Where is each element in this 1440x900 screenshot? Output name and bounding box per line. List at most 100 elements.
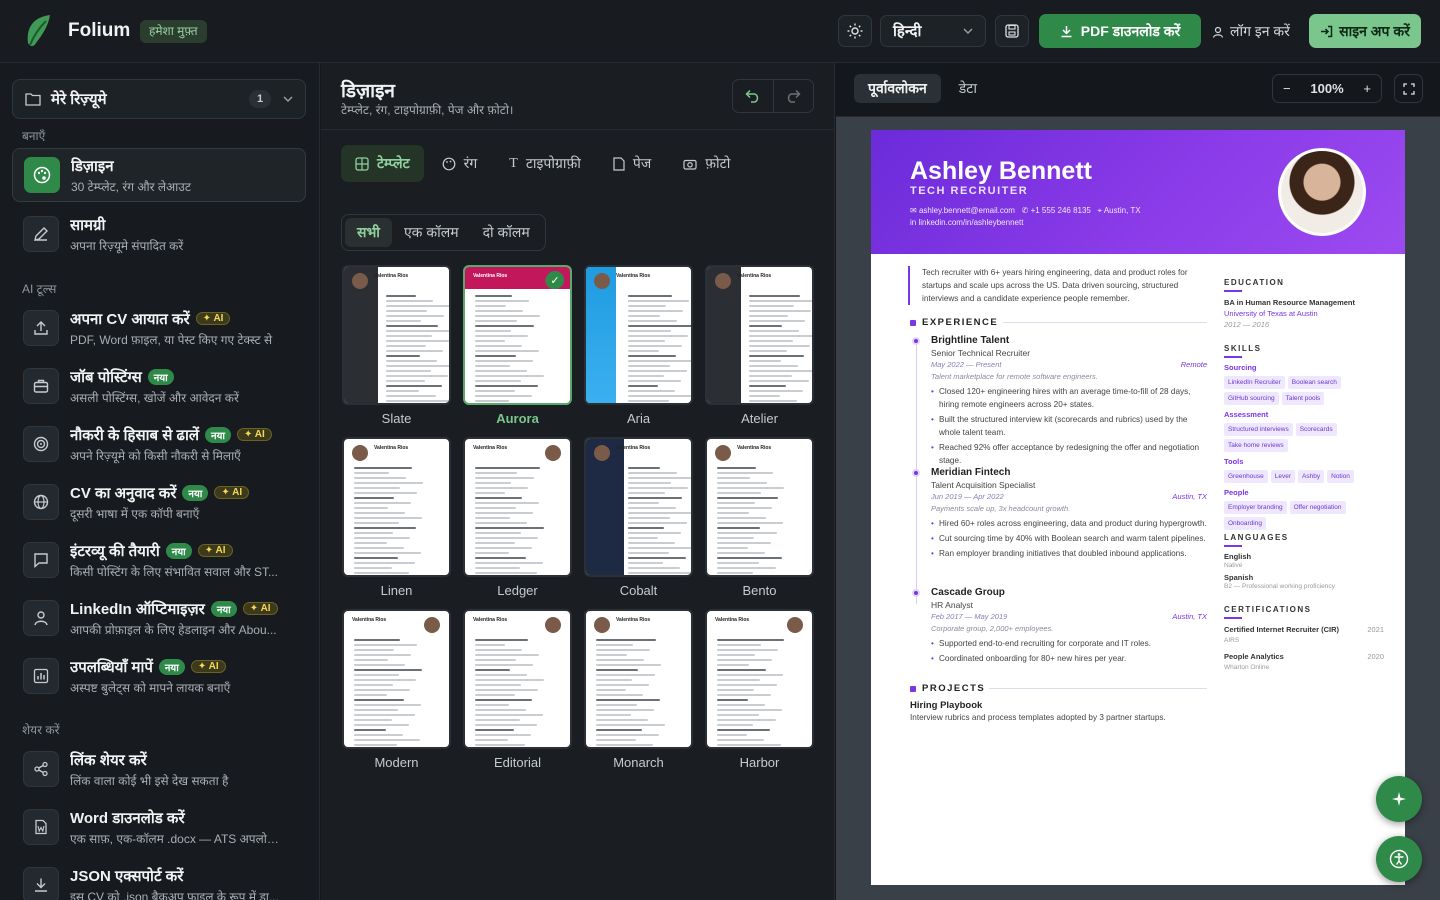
sidebar-item-translate-cv[interactable]: CV का अनुवाद करें नया ✦ AI दूसरी भाषा में ए… [12, 475, 306, 529]
sidebar-item-title: लिंक शेयर करें [70, 751, 147, 769]
template-thumbnail: Valentina Rios [463, 437, 572, 577]
language-value: हिन्दी [893, 23, 922, 40]
language-name: English [1224, 552, 1252, 561]
template-card-aria[interactable]: Valentina Rios Aria [584, 265, 693, 426]
signup-button[interactable]: साइन अप करें [1309, 14, 1421, 48]
sidebar-item-title: नौकरी के हिसाब से ढालें [70, 426, 200, 444]
sidebar-item-title: JSON एक्सपोर्ट करें [70, 867, 184, 885]
sidebar-item-title: अपना CV आयात करें [70, 310, 190, 328]
ai-badge-label: AI [208, 661, 219, 672]
job-bullet: Coordinated onboarding for 80+ new hires… [931, 652, 1207, 665]
languages-heading: LANGUAGES [1224, 533, 1289, 542]
redo-button[interactable] [774, 80, 814, 112]
projects-heading: PROJECTS [910, 683, 985, 694]
job-bullet: Supported end-to-end recruiting for corp… [931, 637, 1207, 650]
ai-badge-label: AI [213, 313, 224, 324]
education-entry: BA in Human Resource Management Universi… [1224, 297, 1384, 330]
share-icon [23, 751, 59, 787]
template-name: Cobalt [619, 583, 658, 598]
sidebar-item-linkedin-optimizer[interactable]: LinkedIn ऑप्टिमाइज़र नया ✦ AI आपकी प्रोफ़ाइ… [12, 591, 306, 645]
undo-button[interactable] [733, 80, 774, 112]
my-resumes-select[interactable]: मेरे रिज़्यूमे 1 [12, 79, 306, 119]
download-pdf-button[interactable]: PDF डाउनलोड करें [1039, 14, 1201, 48]
experience-heading-text: EXPERIENCE [922, 317, 999, 328]
tab-colors[interactable]: रंग [428, 145, 492, 182]
sign-in-icon [1321, 25, 1333, 37]
chevron-down-icon [963, 28, 973, 34]
sidebar-item-subtitle: एक साफ़, एक-कॉलम .docx — ATS अपलोड... [70, 831, 280, 846]
accessibility-button[interactable] [1376, 836, 1422, 882]
login-label: लॉग इन करें [1230, 23, 1290, 39]
tab-preview[interactable]: पूर्वावलोकन [854, 74, 941, 103]
education-heading: EDUCATION [1224, 278, 1285, 287]
tab-data[interactable]: डेटा [945, 74, 991, 103]
skill-chip: Greenhouse [1224, 470, 1268, 483]
zoom-out-button[interactable]: − [1283, 81, 1291, 96]
template-card-monarch[interactable]: Valentina Rios Monarch [584, 609, 693, 770]
skill-chips: Greenhouse Lever Ashby Notion [1224, 470, 1384, 483]
language-select[interactable]: हिन्दी [880, 15, 986, 47]
sidebar-item-subtitle: अपना रिज़्यूमे संपादित करें [70, 238, 184, 253]
education-dates: 2012 — 2016 [1224, 320, 1270, 329]
filter-two-column[interactable]: दो कॉलम [471, 218, 542, 247]
template-name: Editorial [494, 755, 541, 770]
skill-chip: Ashby [1298, 470, 1325, 483]
zoom-in-button[interactable]: + [1363, 81, 1371, 96]
sidebar-item-download-word[interactable]: Word डाउनलोड करें एक साफ़, एक-कॉलम .docx … [12, 800, 306, 854]
sidebar-item-interview-prep[interactable]: इंटरव्यू की तैयारी नया ✦ AI किसी पोस्टिंग क… [12, 533, 306, 587]
thumb-name: Valentina Rios [616, 273, 651, 279]
template-card-bento[interactable]: Valentina Rios Bento [705, 437, 814, 598]
template-card-editorial[interactable]: Valentina Rios Editorial [463, 609, 572, 770]
template-card-slate[interactable]: Valentina Rios Slate [342, 265, 451, 426]
job-entry: Brightline Talent Senior Technical Recru… [931, 335, 1207, 469]
resume-email: ashley.bennett@email.com [918, 206, 1015, 215]
layout-filter: सभी एक कॉलम दो कॉलम [341, 214, 546, 251]
template-card-linen[interactable]: Valentina Rios Linen [342, 437, 451, 598]
target-icon [23, 426, 59, 462]
new-badge: नया [147, 368, 174, 385]
tab-typography[interactable]: T टाइपोग्राफ़ी [495, 145, 595, 182]
job-description: Corporate group, 2,000+ employees. [931, 624, 1054, 633]
sidebar-item-job-postings[interactable]: जॉब पोस्टिंग्स नया असली पोस्टिंग्स, खोजें … [12, 359, 306, 413]
job-company: Meridian Fintech [931, 467, 1011, 478]
ai-badge: ✦ AI [195, 312, 231, 325]
heading-underline [1224, 617, 1242, 619]
sidebar-item-export-json[interactable]: JSON एक्सपोर्ट करें इस CV को .json बैकअप … [12, 858, 306, 900]
panel-title: डिज़ाइन [341, 81, 395, 102]
sidebar-item-content[interactable]: सामग्री अपना रिज़्यूमे संपादित करें [12, 207, 306, 261]
fullscreen-button[interactable] [1394, 74, 1423, 103]
leaf-logo-icon[interactable] [24, 13, 52, 49]
skill-chip: Onboarding [1224, 517, 1266, 530]
template-card-harbor[interactable]: Valentina Rios Harbor [705, 609, 814, 770]
tab-templates[interactable]: टेम्प्लेट [341, 145, 424, 182]
template-name: Bento [742, 583, 777, 598]
my-resumes-label: मेरे रिज़्यूमे [51, 91, 107, 108]
ai-badge: ✦ AI [214, 486, 250, 499]
template-card-atelier[interactable]: Valentina Rios Atelier [705, 265, 814, 426]
ai-assistant-button[interactable] [1376, 776, 1422, 822]
brand-name[interactable]: Folium [68, 20, 130, 42]
sidebar-item-tailor-to-job[interactable]: नौकरी के हिसाब से ढालें नया ✦ AI अपने रिज़्… [12, 417, 306, 471]
tab-page[interactable]: पेज [599, 145, 665, 182]
template-card-cobalt[interactable]: Valentina Rios Cobalt [584, 437, 693, 598]
sidebar-item-design[interactable]: डिज़ाइन 30 टेम्प्लेट, रंग और लेआउट [12, 148, 306, 202]
resume-phone: +1 555 246 8135 [1030, 206, 1091, 215]
template-card-modern[interactable]: Valentina Rios Modern [342, 609, 451, 770]
template-card-aurora[interactable]: Valentina Rios ✓ Aurora [463, 265, 572, 426]
job-dates: May 2022 — Present [931, 360, 1002, 369]
login-link[interactable]: लॉग इन करें [1212, 22, 1290, 41]
sidebar-item-share-link[interactable]: लिंक शेयर करें लिंक वाला कोई भी इसे देख स… [12, 742, 306, 796]
template-card-ledger[interactable]: Valentina Rios Ledger [463, 437, 572, 598]
theme-toggle-button[interactable] [838, 15, 872, 47]
sidebar-item-measure-achievements[interactable]: उपलब्धियाँ मापें नया ✦ AI अस्पष्ट बुलेट्स क… [12, 649, 306, 703]
job-dates: Feb 2017 — May 2019 [931, 612, 1008, 621]
resume-name: Ashley Bennett [910, 157, 1092, 185]
save-icon [1005, 24, 1019, 38]
filter-all[interactable]: सभी [345, 218, 392, 247]
sidebar-item-import-cv[interactable]: अपना CV आयात करें ✦ AI PDF, Word फ़ाइल, या… [12, 301, 306, 355]
filter-one-column[interactable]: एक कॉलम [392, 218, 471, 247]
save-button[interactable] [995, 15, 1029, 47]
job-entry: Cascade Group HR Analyst Feb 2017 — May … [931, 587, 1207, 667]
job-location: Remote [1180, 360, 1207, 369]
tab-photo[interactable]: फ़ोटो [669, 145, 744, 182]
